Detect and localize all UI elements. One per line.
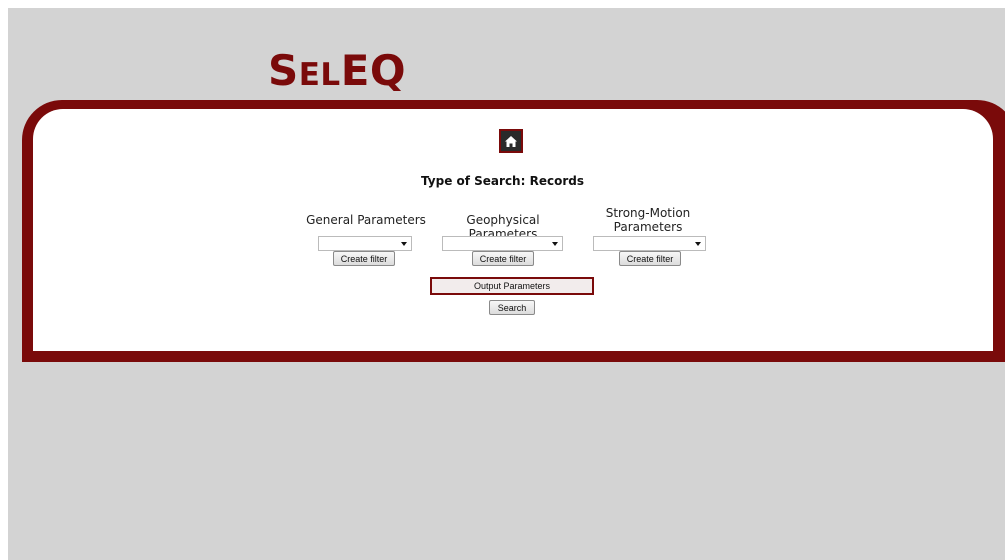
home-button[interactable] [499, 129, 523, 153]
chevron-down-icon [695, 242, 701, 246]
general-create-filter-button[interactable]: Create filter [333, 251, 395, 266]
search-button[interactable]: Search [489, 300, 535, 315]
app-logo: SELEQ [268, 50, 406, 92]
search-type-title: Type of Search: Records [421, 174, 584, 188]
chevron-down-icon [401, 242, 407, 246]
logo-letters-el: EL [298, 57, 341, 93]
chevron-down-icon [552, 242, 558, 246]
strong-motion-create-filter-button[interactable]: Create filter [619, 251, 681, 266]
geophysical-create-filter-button[interactable]: Create filter [472, 251, 534, 266]
general-parameters-select[interactable] [318, 236, 412, 251]
geophysical-parameters-select[interactable] [442, 236, 563, 251]
strong-motion-parameters-select[interactable] [593, 236, 706, 251]
logo-letters-eq: EQ [340, 46, 407, 95]
output-parameters-button[interactable]: Output Parameters [430, 277, 594, 295]
strong-motion-parameters-label: Strong-Motion Parameters [605, 206, 691, 234]
home-icon [505, 135, 517, 147]
general-parameters-label: General Parameters [306, 213, 426, 227]
logo-letter-s: S [268, 46, 299, 95]
